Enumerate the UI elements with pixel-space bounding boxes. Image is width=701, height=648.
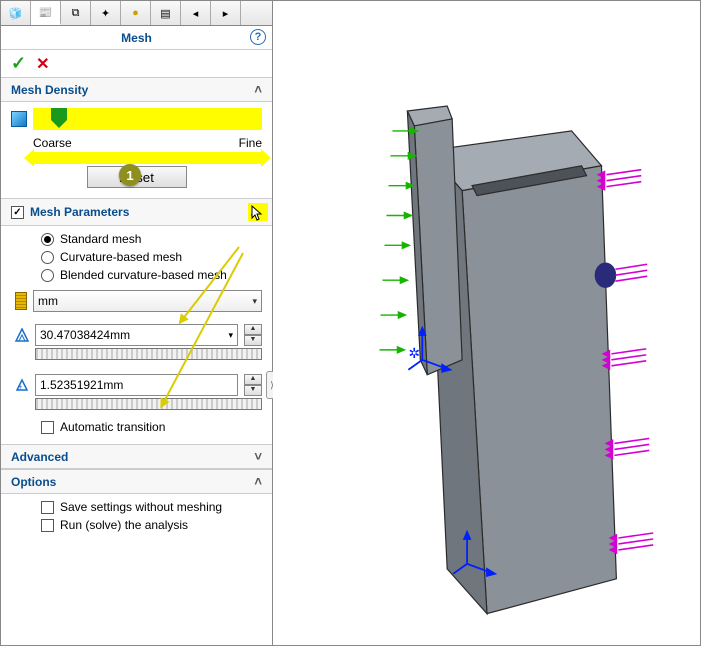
tab-study[interactable]: ▤ <box>151 1 181 25</box>
automatic-transition-checkbox[interactable] <box>41 421 54 434</box>
tab-dimxpert[interactable]: ✦ <box>91 1 121 25</box>
global-size-slider[interactable] <box>35 348 262 360</box>
radio-label: Standard mesh <box>60 232 141 246</box>
save-settings-checkbox[interactable] <box>41 501 54 514</box>
tab-configuration[interactable]: ⧉ <box>61 1 91 25</box>
tab-scroll-left[interactable]: ◂ <box>181 1 211 25</box>
tab-feature-tree[interactable]: 🧊 <box>1 1 31 25</box>
tab-appearance[interactable]: ● <box>121 1 151 25</box>
global-size-spinner[interactable]: ▲ ▼ <box>244 324 262 346</box>
sphere-icon: ● <box>132 7 139 19</box>
density-slider[interactable] <box>33 108 262 130</box>
mesh-icon <box>11 111 27 127</box>
graphics-viewport[interactable]: ✲ <box>273 1 700 645</box>
automatic-transition-row[interactable]: Automatic transition <box>1 418 272 436</box>
tolerance-value: 1.52351921mm <box>40 378 123 392</box>
ladder-icon: ⧉ <box>72 7 80 20</box>
mesh-parameters-checkbox[interactable] <box>11 206 24 219</box>
spin-up[interactable]: ▲ <box>244 324 262 335</box>
density-range-arrow <box>33 152 262 164</box>
chevron-up-icon: ˄ <box>254 82 262 97</box>
feature-manager-tabs: 🧊 📰 ⧉ ✦ ● ▤ ◂ ▸ <box>1 1 272 26</box>
spin-up[interactable]: ▲ <box>244 374 262 385</box>
radio-icon <box>41 251 54 264</box>
panel-title: Mesh <box>121 31 152 45</box>
tolerance-spinner[interactable]: ▲ ▼ <box>244 374 262 396</box>
svg-text:±: ± <box>18 383 23 392</box>
options-label: Options <box>11 475 56 489</box>
tab-scroll-right[interactable]: ▸ <box>211 1 241 25</box>
document-icon: 📰 <box>39 6 53 19</box>
global-size-icon <box>15 328 29 342</box>
slider-thumb[interactable] <box>51 108 67 128</box>
mesh-density-label: Mesh Density <box>11 83 88 97</box>
collapse-highlight[interactable]: ˄ <box>248 203 268 221</box>
help-button[interactable]: ? <box>250 29 266 45</box>
spin-down[interactable]: ▼ <box>244 385 262 396</box>
run-solve-checkbox[interactable] <box>41 519 54 532</box>
chevron-right-icon: ▸ <box>223 7 229 20</box>
unit-select[interactable]: mm ▾ <box>33 290 262 312</box>
panel-title-row: Mesh ? <box>1 26 272 50</box>
chevron-down-icon: ▾ <box>228 330 233 341</box>
mesh-property-panel: 🧊 📰 ⧉ ✦ ● ▤ ◂ ▸ Mesh ? ✓ ✕ Mesh Density … <box>1 1 273 645</box>
coarse-label: Coarse <box>33 136 72 150</box>
chevron-up-icon: ˄ <box>254 474 262 489</box>
tolerance-input[interactable]: 1.52351921mm <box>35 374 238 396</box>
study-icon: ▤ <box>160 7 170 20</box>
global-size-value: 30.47038424mm <box>40 328 130 342</box>
save-settings-label: Save settings without meshing <box>60 500 222 514</box>
svg-text:✲: ✲ <box>408 345 420 361</box>
mesh-parameters-header[interactable]: Mesh Parameters ˄ <box>1 199 272 226</box>
ruler-icon <box>15 292 27 310</box>
radio-icon <box>41 269 54 282</box>
spin-down[interactable]: ▼ <box>244 335 262 346</box>
mesh-parameters-label: Mesh Parameters <box>30 205 129 219</box>
mesh-density-body: Coarse Fine 1 Reset <box>1 102 272 199</box>
mesh-density-header[interactable]: Mesh Density ˄ <box>1 78 272 102</box>
advanced-label: Advanced <box>11 450 68 464</box>
run-solve-label: Run (solve) the analysis <box>60 518 188 532</box>
automatic-transition-label: Automatic transition <box>60 420 165 434</box>
radio-icon <box>41 233 54 246</box>
mesh-parameters-body: Standard mesh Curvature-based mesh Blend… <box>1 226 272 445</box>
unit-value: mm <box>38 294 58 308</box>
callout-badge-1: 1 <box>119 164 141 186</box>
chevron-down-icon: ˅ <box>254 449 262 464</box>
save-settings-row[interactable]: Save settings without meshing <box>1 498 272 516</box>
fine-label: Fine <box>239 136 262 150</box>
tolerance-slider[interactable] <box>35 398 262 410</box>
advanced-header[interactable]: Advanced ˅ <box>1 445 272 469</box>
ok-button[interactable]: ✓ <box>11 53 26 74</box>
radio-label: Blended curvature-based mesh <box>60 268 227 282</box>
tolerance-icon: ± <box>15 378 29 392</box>
cancel-button[interactable]: ✕ <box>36 54 49 74</box>
target-icon: ✦ <box>101 7 110 20</box>
radio-standard-mesh[interactable]: Standard mesh <box>1 230 272 248</box>
tab-property-manager[interactable]: 📰 <box>31 1 61 25</box>
options-header[interactable]: Options ˄ <box>1 469 272 494</box>
cursor-icon <box>251 205 265 221</box>
run-solve-row[interactable]: Run (solve) the analysis <box>1 516 272 534</box>
options-body: Save settings without meshing Run (solve… <box>1 494 272 542</box>
chevron-left-icon: ◂ <box>193 7 199 20</box>
global-size-input[interactable]: 30.47038424mm ▾ <box>35 324 238 346</box>
radio-label: Curvature-based mesh <box>60 250 182 264</box>
cube-icon: 🧊 <box>9 7 23 20</box>
confirm-row: ✓ ✕ <box>1 50 272 78</box>
chevron-down-icon: ▾ <box>252 296 257 307</box>
model-view: ✲ <box>273 1 700 645</box>
